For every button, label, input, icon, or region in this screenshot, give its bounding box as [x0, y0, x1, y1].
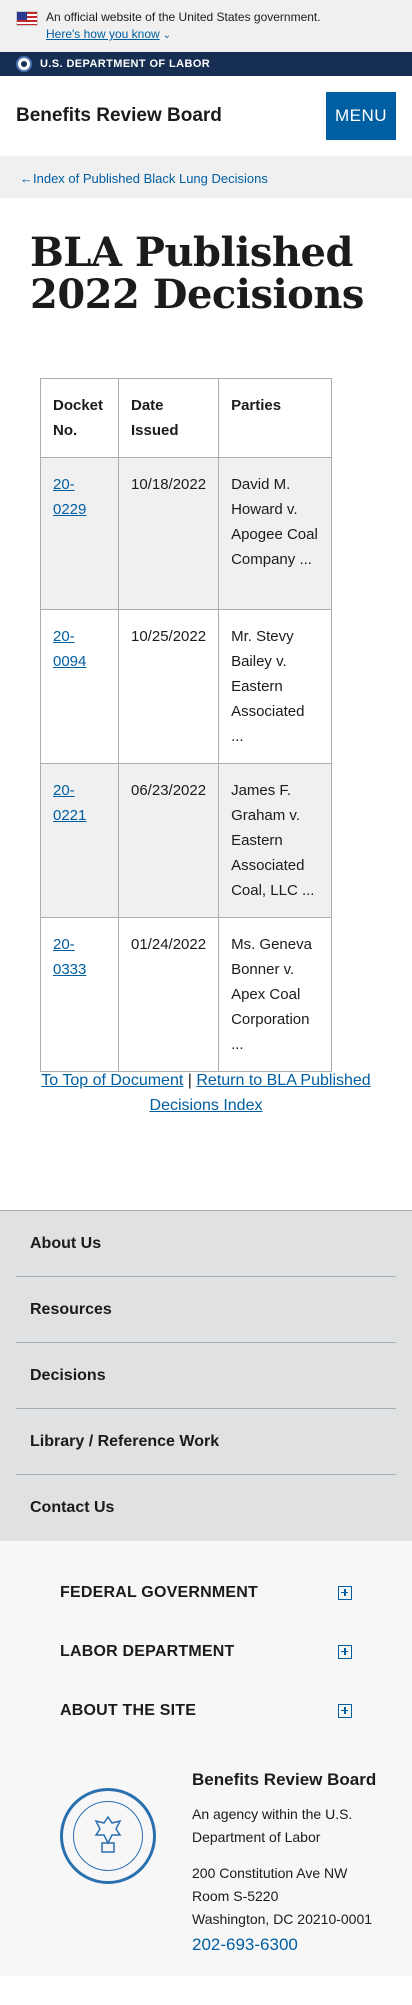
table-row: 20-0221 06/23/2022 James F. Graham v. Ea… — [40, 763, 332, 918]
column-header-parties: Parties — [218, 378, 332, 458]
footer-nav-about-us[interactable]: About Us — [16, 1211, 396, 1277]
gov-banner: An official website of the United States… — [0, 0, 412, 52]
docket-link[interactable]: 20-0333 — [53, 936, 86, 978]
return-index-link[interactable]: Return to BLA Published Decisions Index — [150, 1072, 371, 1114]
accordion-about-the-site[interactable]: ABOUT THE SITE — [0, 1681, 412, 1740]
footer-nav: About Us Resources Decisions Library / R… — [0, 1210, 412, 1541]
date-cell: 10/18/2022 — [117, 457, 220, 610]
gov-banner-text: An official website of the United States… — [46, 10, 321, 24]
docket-link[interactable]: 20-0094 — [53, 628, 86, 670]
accordion-labor-department[interactable]: LABOR DEPARTMENT — [0, 1622, 412, 1681]
decisions-table: Docket No. Date Issued Parties 20-0229 1… — [40, 378, 332, 1072]
accordion-label: LABOR DEPARTMENT — [60, 1642, 235, 1660]
docket-cell: 20-0094 — [40, 609, 119, 764]
parties-cell: Ms. Geneva Bonner v. Apex Coal Corporati… — [218, 917, 332, 1072]
docket-cell: 20-0333 — [40, 917, 119, 1072]
breadcrumb: ←Index of Published Black Lung Decisions — [0, 156, 412, 198]
accordion-federal-government[interactable]: FEDERAL GOVERNMENT — [0, 1563, 412, 1622]
link-separator: | — [187, 1072, 192, 1089]
eagle-icon — [94, 1815, 122, 1853]
agency-info: Benefits Review Board An agency within t… — [192, 1768, 392, 1956]
agency-address-line: Washington, DC 20210-0001 — [192, 1911, 373, 1927]
agency-info-block: Benefits Review Board An agency within t… — [0, 1740, 412, 1976]
plus-box-icon[interactable] — [338, 1703, 352, 1718]
footer-nav-resources[interactable]: Resources — [16, 1277, 396, 1343]
footer-nav-contact-us[interactable]: Contact Us — [16, 1475, 396, 1541]
agency-phone-link[interactable]: 202-693-6300 — [192, 1933, 392, 1956]
docket-cell: 20-0221 — [40, 763, 119, 918]
table-row: 20-0333 01/24/2022 Ms. Geneva Bonner v. … — [40, 917, 332, 1072]
after-table-links: To Top of Document | Return to BLA Publi… — [0, 1068, 412, 1210]
docket-link[interactable]: 20-0221 — [53, 782, 86, 824]
date-cell: 06/23/2022 — [117, 763, 220, 918]
parties-cell: James F. Graham v. Eastern Associated Co… — [218, 763, 332, 918]
us-flag-icon — [16, 11, 38, 26]
plus-box-icon[interactable] — [338, 1644, 352, 1659]
column-header-date: Date Issued — [117, 378, 220, 458]
how-you-know-label: Here's how you know — [46, 27, 160, 41]
footer-nav-decisions[interactable]: Decisions — [16, 1343, 396, 1409]
menu-button[interactable]: MENU — [326, 92, 396, 140]
arrow-left-icon: ← — [20, 171, 33, 186]
table-header-row: Docket No. Date Issued Parties — [40, 378, 332, 458]
page-title: BLA Published 2022 Decisions — [30, 229, 364, 318]
dol-seal-icon — [16, 56, 32, 72]
how-you-know-link[interactable]: Here's how you know ⌄ — [46, 26, 171, 44]
column-header-docket: Docket No. — [40, 378, 119, 458]
dol-bar-label[interactable]: U.S. DEPARTMENT OF LABOR — [40, 58, 210, 70]
date-cell: 01/24/2022 — [117, 917, 220, 1072]
breadcrumb-label: Index of Published Black Lung Decisions — [33, 171, 268, 186]
agency-address-line: 200 Constitution Ave NW — [192, 1865, 348, 1881]
accordion-label: FEDERAL GOVERNMENT — [60, 1583, 258, 1601]
table-row: 20-0094 10/25/2022 Mr. Stevy Bailey v. E… — [40, 609, 332, 764]
parties-cell: David M. Howard v. Apogee Coal Company .… — [218, 457, 332, 610]
agency-name: Benefits Review Board — [192, 1770, 377, 1789]
agency-address-line: Room S-5220 — [192, 1888, 279, 1904]
docket-cell: 20-0229 — [40, 457, 119, 610]
to-top-link[interactable]: To Top of Document — [41, 1072, 183, 1089]
dol-bar: U.S. DEPARTMENT OF LABOR — [0, 52, 412, 76]
chevron-down-icon: ⌄ — [162, 30, 172, 41]
table-row: 20-0229 10/18/2022 David M. Howard v. Ap… — [40, 457, 332, 610]
parties-cell: Mr. Stevy Bailey v. Eastern Associated .… — [218, 609, 332, 764]
plus-box-icon[interactable] — [338, 1585, 352, 1600]
date-cell: 10/25/2022 — [117, 609, 220, 764]
site-header: Benefits Review Board MENU — [0, 76, 412, 156]
accordion-label: ABOUT THE SITE — [60, 1701, 197, 1719]
secondary-footer: FEDERAL GOVERNMENT LABOR DEPARTMENT ABOU… — [0, 1541, 412, 1976]
decisions-table-wrap: Docket No. Date Issued Parties 20-0229 1… — [0, 378, 412, 1072]
dol-seal-icon — [60, 1788, 156, 1884]
agency-description: An agency within the U.S. Department of … — [192, 1806, 353, 1845]
site-title[interactable]: Benefits Review Board — [16, 105, 222, 127]
breadcrumb-link[interactable]: ←Index of Published Black Lung Decisions — [20, 171, 268, 186]
docket-link[interactable]: 20-0229 — [53, 476, 86, 518]
footer-nav-library[interactable]: Library / Reference Work — [16, 1409, 396, 1475]
